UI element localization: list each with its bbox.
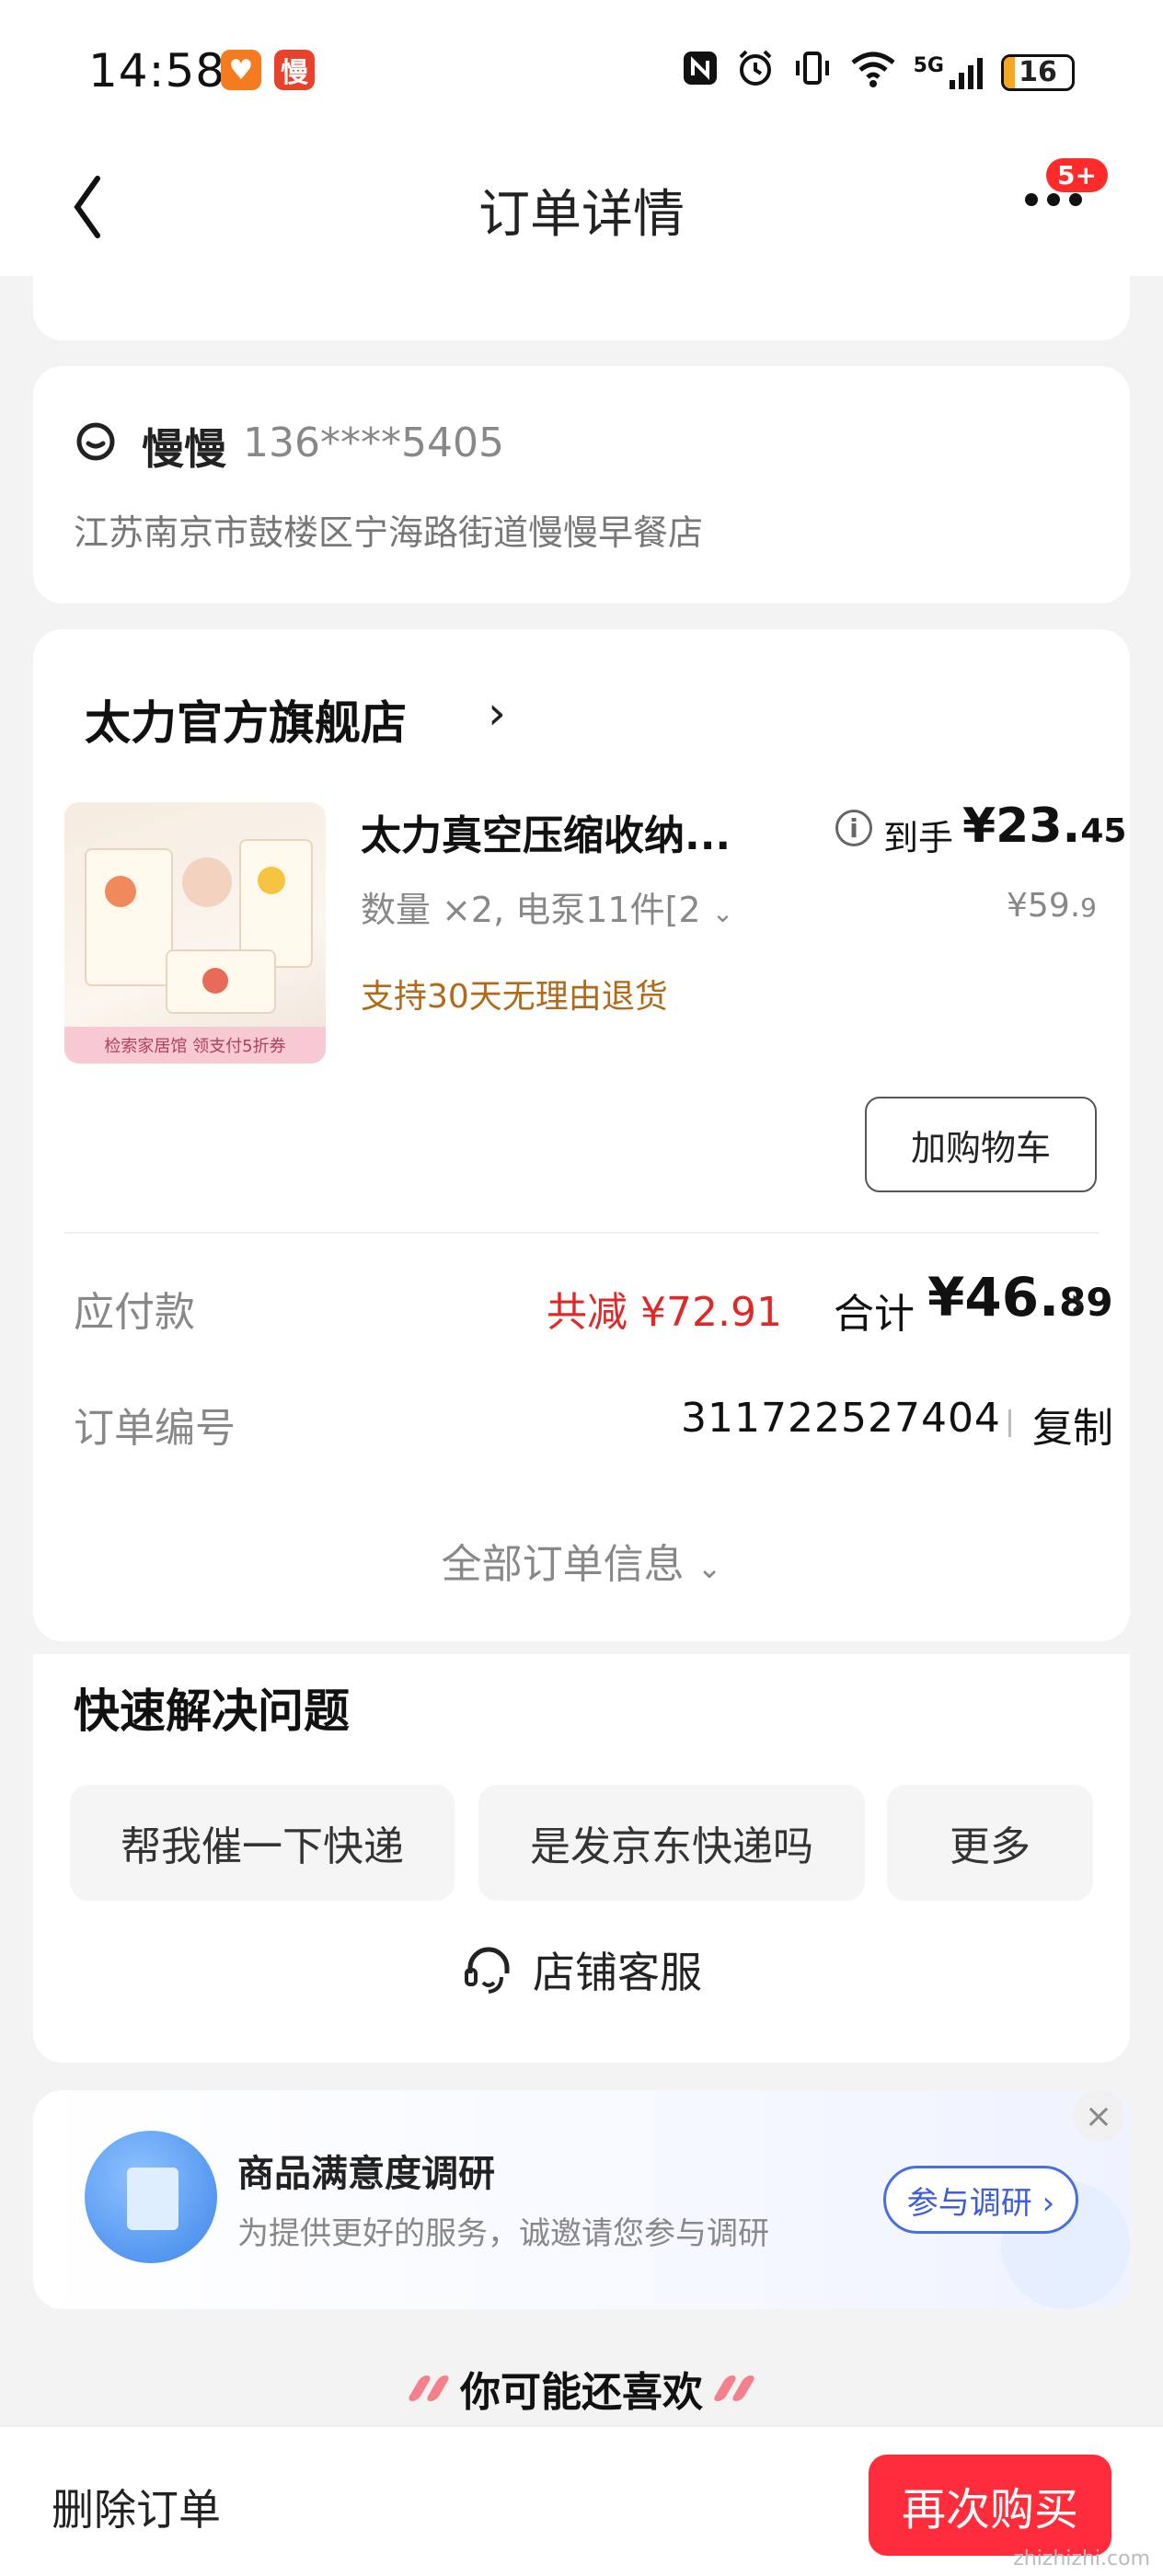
status-icons: 5G 16 [682, 48, 1075, 97]
quick-help-more-chip[interactable]: 更多 [887, 1785, 1093, 1901]
product-image-banner: 检索家居馆 领支付5折券 [64, 1027, 326, 1064]
customer-service-label: 店铺客服 [533, 1948, 702, 1997]
app-notification-icon: ♥ [221, 50, 261, 90]
quick-help-chip[interactable]: 帮我催一下快递 [70, 1785, 455, 1901]
survey-banner: 商品满意度调研 为提供更好的服务，诚邀请您参与调研 参与调研 › × [33, 2090, 1130, 2309]
decorative-stripes-icon [711, 2375, 757, 2401]
notification-badge: 5+ [1046, 158, 1108, 192]
close-icon[interactable]: × [1073, 2090, 1124, 2142]
chevron-right-icon[interactable]: › [1069, 1279, 1086, 1326]
product-spec[interactable]: 数量 ×2, 电泵11件[2 ⌄ [361, 881, 733, 932]
info-icon[interactable]: i [835, 810, 872, 846]
divider [64, 1232, 1099, 1234]
chevron-right-icon[interactable]: › [488, 686, 506, 740]
watermark: zhizhizhi.com [1013, 2547, 1150, 2570]
order-number-label: 订单编号 [74, 1405, 236, 1452]
divider [1008, 1409, 1011, 1437]
discount-total: 共减 ¥72.91 [547, 1289, 782, 1336]
total-label: 合计 [834, 1291, 915, 1338]
nav-bar: 订单详情 5+ [0, 138, 1163, 276]
more-options-icon[interactable] [1025, 193, 1082, 206]
quick-help-chip[interactable]: 是发京东快递吗 [478, 1785, 865, 1901]
survey-document-icon [85, 2131, 217, 2263]
headset-icon [465, 1947, 510, 1994]
final-price-label: 到手 [883, 818, 954, 858]
buy-again-button[interactable]: 再次购买 [869, 2455, 1111, 2556]
all-order-info-toggle[interactable]: 全部订单信息 ⌄ [33, 1531, 1130, 1590]
add-to-cart-button[interactable]: 加购物车 [865, 1097, 1097, 1192]
product-image[interactable]: 检索家居馆 领支付5折券 [64, 802, 326, 1064]
copy-button[interactable]: 复制 [1032, 1395, 1113, 1454]
chevron-down-icon: ⌄ [711, 898, 734, 928]
recommend-title: 你可能还喜欢 [460, 2369, 703, 2416]
vibrate-icon [792, 48, 833, 97]
battery-level [1004, 56, 1015, 88]
status-bar: 14:58 ♥ 慢 5G 16 [0, 0, 1163, 138]
recipient-phone: 136****5405 [243, 420, 504, 466]
recipient-name: 慢慢 [142, 424, 226, 474]
recommend-header: 你可能还喜欢 [0, 2359, 1163, 2418]
decorative-stripes-icon [406, 2375, 452, 2401]
customer-service-button[interactable]: 店铺客服 [33, 1939, 1130, 2000]
app-notification-icon: 慢 [274, 50, 315, 90]
address-card[interactable]: 慢慢 136****5405 江苏南京市鼓楼区宁海路街道慢慢早餐店 [33, 366, 1130, 604]
join-survey-button[interactable]: 参与调研 › [883, 2166, 1078, 2234]
status-time: 14:58 [88, 44, 226, 98]
delivery-address: 江苏南京市鼓楼区宁海路街道慢慢早餐店 [74, 512, 704, 553]
delete-order-button[interactable]: 删除订单 [52, 2477, 221, 2537]
store-name[interactable]: 太力官方旗舰店 [85, 686, 407, 753]
order-card: 太力官方旗舰店 › 检索家居馆 领支付5折券 太力真空压缩收纳... 数量 ×2… [33, 629, 1130, 1641]
product-title[interactable]: 太力真空压缩收纳... [361, 802, 731, 861]
return-policy-tag: 支持30天无理由退货 [361, 978, 668, 1016]
survey-subtitle: 为提供更好的服务，诚邀请您参与调研 [237, 2215, 769, 2252]
nfc-icon [682, 50, 719, 95]
original-price: ¥59.9 [1007, 887, 1097, 925]
location-pin-icon [76, 422, 115, 461]
chevron-down-icon: ⌄ [697, 1550, 722, 1585]
page-title: 订单详情 [478, 185, 685, 245]
signal-5g-icon: 5G [914, 54, 985, 91]
payable-label: 应付款 [74, 1289, 195, 1336]
refund-progress-card [33, 276, 1130, 340]
order-number: 311722527404 [681, 1395, 1001, 1442]
quick-help-card: 快速解决问题 帮我催一下快递 是发京东快递吗 更多 店铺客服 [33, 1654, 1130, 2063]
alarm-icon [735, 48, 776, 97]
battery-icon: 16 [1001, 53, 1075, 91]
final-price: ¥23.45 [962, 799, 1127, 854]
wifi-icon [849, 48, 897, 97]
quick-help-title: 快速解决问题 [74, 1685, 350, 1738]
survey-title: 商品满意度调研 [237, 2153, 495, 2195]
bottom-action-bar: 删除订单 再次购买 zhizhizhi.com [0, 2425, 1163, 2576]
